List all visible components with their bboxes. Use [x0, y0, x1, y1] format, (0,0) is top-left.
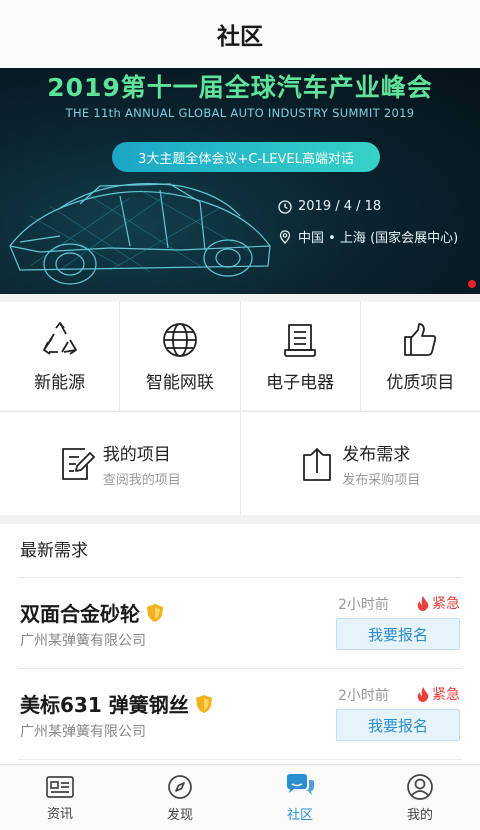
- need-company: 广州某弹簧有限公司: [20, 633, 146, 649]
- need-time: 2小时前: [338, 688, 389, 704]
- need-item[interactable]: 美标631 弹簧钢丝 广州某弹簧有限公司 2小时前 紧急 我要报名: [18, 669, 462, 760]
- my-projects-title: 我的项目: [102, 444, 171, 465]
- need-name: 双面合金砂轮: [20, 602, 140, 626]
- banner-date-row: 2019 / 4 / 18: [278, 199, 381, 214]
- tab-news[interactable]: 资讯: [0, 765, 120, 830]
- need-name: 美标631 弹簧钢丝: [20, 693, 189, 717]
- banner-title: 2019第十一届全球汽车产业峰会: [47, 73, 433, 102]
- category-label: 智能网联: [145, 372, 214, 393]
- chat-icon: [287, 773, 314, 795]
- category-smart-connected[interactable]: 智能网联: [120, 302, 241, 410]
- need-item[interactable]: 双面合金砂轮 广州某弹簧有限公司 2小时前 紧急 我要报名: [18, 578, 462, 669]
- need-name-row: 美标631 弹簧钢丝: [20, 689, 213, 718]
- location-pin-icon: [279, 229, 291, 244]
- urgent-badge: 紧急: [416, 593, 460, 613]
- news-icon: [46, 775, 74, 798]
- project-shortcuts: 我的项目 查阅我的项目 发布需求 发布采购项目: [0, 411, 480, 515]
- category-quality-projects[interactable]: 优质项目: [361, 302, 480, 410]
- promo-banner[interactable]: 2019第十一届全球汽车产业峰会 THE 11th ANNUAL GLOBAL …: [0, 68, 480, 294]
- tab-label: 我的: [406, 807, 433, 823]
- tab-community[interactable]: 社区: [240, 765, 360, 830]
- need-company: 广州某弹簧有限公司: [20, 724, 146, 740]
- signup-button[interactable]: 我要报名: [336, 709, 460, 741]
- urgent-badge: 紧急: [416, 684, 460, 704]
- publish-need-desc: 发布采购项目: [342, 472, 421, 488]
- signup-button[interactable]: 我要报名: [336, 618, 460, 650]
- thumbs-up-icon: [404, 322, 437, 356]
- upload-icon: [303, 447, 332, 481]
- category-grid: 新能源 智能网联 电子电器 优质项目: [0, 302, 480, 410]
- urgent-label: 紧急: [432, 596, 460, 612]
- document-icon: [284, 323, 317, 357]
- banner-location-row: 中国 • 上海 (国家会展中心): [278, 227, 458, 246]
- user-icon: [407, 773, 433, 800]
- need-name-row: 双面合金砂轮: [20, 598, 164, 627]
- banner-pill: 3大主题全体会议+C-LEVEL高端对话: [112, 142, 380, 172]
- publish-need-title: 发布需求: [342, 444, 411, 465]
- carousel-indicator[interactable]: [468, 280, 476, 288]
- my-projects-button[interactable]: 我的项目 查阅我的项目: [0, 412, 241, 515]
- tab-label: 发现: [166, 807, 193, 823]
- flame-icon: [417, 687, 429, 702]
- my-projects-desc: 查阅我的项目: [102, 472, 181, 488]
- category-label: 新能源: [34, 372, 86, 393]
- publish-need-button[interactable]: 发布需求 发布采购项目: [241, 412, 480, 515]
- tab-label: 社区: [286, 807, 313, 823]
- clock-icon: [278, 199, 292, 214]
- verified-shield-icon: [195, 694, 212, 713]
- tab-label: 资讯: [46, 806, 73, 822]
- verified-shield-icon: [147, 603, 163, 622]
- compass-icon: [168, 774, 192, 799]
- category-label: 电子电器: [266, 372, 335, 393]
- banner-location: 中国 • 上海 (国家会展中心): [298, 231, 459, 246]
- top-bar: 社区: [0, 0, 480, 68]
- tab-discover[interactable]: 发现: [120, 765, 240, 830]
- globe-icon: [162, 322, 197, 357]
- tab-mine[interactable]: 我的: [360, 765, 480, 830]
- need-time: 2小时前: [338, 597, 389, 613]
- section-heading: 最新需求: [18, 524, 462, 578]
- banner-subtitle: THE 11th ANNUAL GLOBAL AUTO INDUSTRY SUM…: [65, 106, 415, 120]
- recycle-icon: [42, 321, 77, 355]
- latest-needs-section: 最新需求 双面合金砂轮 广州某弹簧有限公司 2小时前 紧急 我要报名 美标631…: [0, 524, 480, 764]
- bottom-tab-bar: 资讯 发现 社区 我的: [0, 764, 480, 830]
- banner-date: 2019 / 4 / 18: [298, 199, 382, 214]
- category-electronics[interactable]: 电子电器: [241, 302, 361, 410]
- edit-icon: [61, 447, 95, 480]
- category-label: 优质项目: [386, 372, 455, 393]
- flame-icon: [417, 596, 429, 611]
- urgent-label: 紧急: [432, 687, 460, 703]
- category-new-energy[interactable]: 新能源: [0, 302, 121, 410]
- page-title: 社区: [217, 24, 263, 50]
